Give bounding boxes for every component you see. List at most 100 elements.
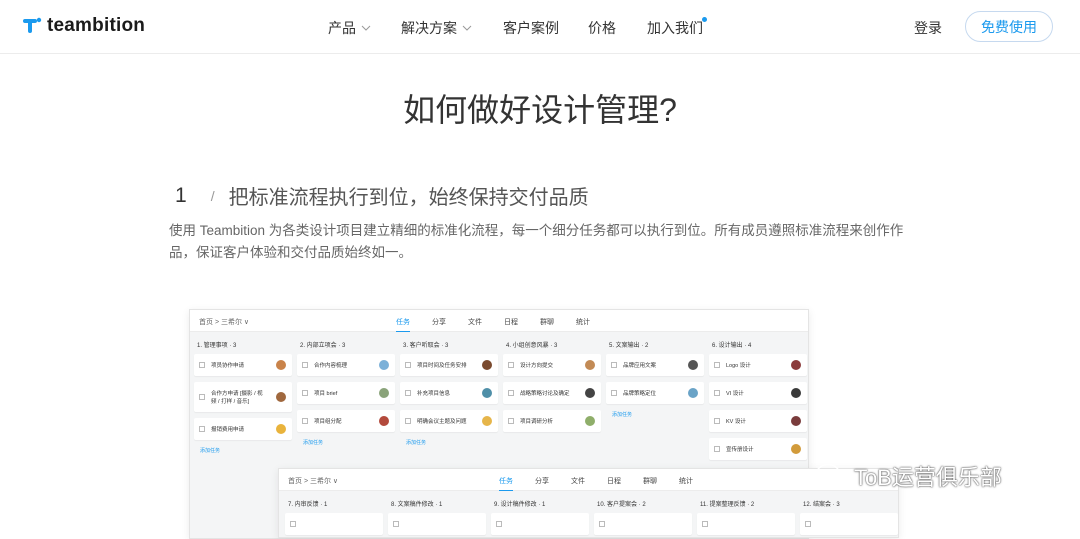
avatar <box>379 416 389 426</box>
task-title: 合作内容梳理 <box>314 363 348 369</box>
add-task-link: 添加任务 <box>406 440 427 446</box>
step-text: 把标准流程执行到位，始终保持交付品质 <box>228 187 589 209</box>
breadcrumb: 首页 > 三希尔 ∨ <box>288 478 339 485</box>
wechat-icon <box>816 463 847 487</box>
add-task-link: 添加任务 <box>612 412 633 418</box>
avatar <box>482 416 492 426</box>
column-head: 1. 管理事项 · 3 <box>197 343 237 349</box>
menu-item-label: 产品 <box>328 20 356 36</box>
kanban-column: 4. 小组创意风暴 · 3 设计方向提交 战略策略讨论及确定 项目调研分析 <box>503 338 601 466</box>
column-head: 6. 设计输出 · 4 <box>712 343 752 349</box>
checkbox-icon <box>714 446 720 452</box>
checkbox-icon <box>496 521 502 527</box>
checkbox-icon <box>805 521 811 527</box>
task-title: 项目调研分析 <box>520 419 554 425</box>
task-title: 宣传册设计 <box>726 447 754 453</box>
menu-item-cases[interactable]: 客户案例 <box>503 18 559 38</box>
task-card: 合作内容梳理 <box>297 354 395 376</box>
task-title: VI 设计 <box>726 391 744 397</box>
task-title: 项目时间及任务安排 <box>417 363 467 369</box>
task-card: 品牌策略定位 <box>606 382 704 404</box>
task-card: 战略策略讨论及确定 <box>503 382 601 404</box>
column-head: 2. 内部立项会 · 3 <box>300 343 346 349</box>
kanban-column: 3. 客户听取会 · 3 项目时间及任务安排 补充项目信息 明确会议主题及问题 … <box>400 338 498 466</box>
kanban-column: 9. 设计稿件修改 · 1 <box>491 497 589 537</box>
kanban-column: 10. 客户提案会 · 2 <box>594 497 692 537</box>
checkbox-icon <box>599 521 605 527</box>
checkbox-icon <box>199 394 205 400</box>
task-title: 报销费用申请 <box>211 427 245 433</box>
menu-item-product[interactable]: 产品 <box>328 18 371 38</box>
tab-stats: 统计 <box>576 319 590 326</box>
menu-item-solutions[interactable]: 解决方案 <box>401 18 472 38</box>
chevron-down-icon <box>462 25 472 31</box>
avatar <box>482 360 492 370</box>
kanban-column: 8. 文案稿件修改 · 1 <box>388 497 486 537</box>
checkbox-icon <box>508 362 514 368</box>
checkbox-icon <box>405 390 411 396</box>
avatar <box>791 416 801 426</box>
task-card: 项目 brief <box>297 382 395 404</box>
logo[interactable]: teambition <box>22 15 145 37</box>
kanban-column: 2. 内部立项会 · 3 合作内容梳理 项目 brief 项目组分配 添加任务 <box>297 338 395 466</box>
task-title: Logo 设计 <box>726 363 751 369</box>
task-title: 品牌策略定位 <box>623 391 657 397</box>
task-card: 宣传册设计 <box>709 438 807 460</box>
checkbox-icon <box>714 418 720 424</box>
menu-item-label: 客户案例 <box>503 20 559 36</box>
checkbox-icon <box>199 426 205 432</box>
watermark: ToB运营俱乐部 <box>816 460 1002 492</box>
task-card: Logo 设计 <box>709 354 807 376</box>
menu-item-label: 解决方案 <box>401 20 457 36</box>
menu-item-pricing[interactable]: 价格 <box>588 18 616 38</box>
menu-item-join-us[interactable]: 加入我们 <box>647 17 707 38</box>
kanban-column: 11. 提案整理反馈 · 2 <box>697 497 795 537</box>
checkbox-icon <box>508 418 514 424</box>
column-head: 11. 提案整理反馈 · 2 <box>700 502 755 508</box>
tab-chat: 群聊 <box>643 478 657 485</box>
kanban-column: 12. 结案会 · 3 <box>800 497 898 537</box>
avatar <box>585 360 595 370</box>
task-card: 明确会议主题及问题 <box>400 410 498 432</box>
logo-text: teambition <box>47 15 146 36</box>
checkbox-icon <box>302 390 308 396</box>
kanban-columns: 7. 内审反馈 · 1 8. 文案稿件修改 · 1 9. 设计稿件修改 · 1 … <box>279 491 898 537</box>
avatar <box>688 388 698 398</box>
task-title: 项员协作申请 <box>211 363 245 369</box>
kanban-tabs: 任务 分享 文件 日程 群聊 统计 <box>396 317 612 332</box>
watermark-text: ToB运营俱乐部 <box>854 465 1002 490</box>
task-card: 设计方向提交 <box>503 354 601 376</box>
teambition-logo-icon <box>23 17 42 33</box>
task-title: 明确会议主题及问题 <box>417 419 467 425</box>
task-title: 战略策略讨论及确定 <box>520 391 570 397</box>
checkbox-icon <box>405 362 411 368</box>
top-nav: teambition 产品 解决方案 客户案例 价格 加入我们 登录 免费使用 <box>0 0 1080 54</box>
checkbox-icon <box>611 362 617 368</box>
column-head: 10. 客户提案会 · 2 <box>597 502 646 508</box>
breadcrumb: 首页 > 三希尔 ∨ <box>199 319 250 326</box>
kanban-columns: 1. 管理事项 · 3 项员协作申请 合作方申请 [摄影 / 视频 / 打样 /… <box>190 332 808 472</box>
task-card: 品牌应用文案 <box>606 354 704 376</box>
main-menu: 产品 解决方案 客户案例 价格 加入我们 <box>328 17 707 38</box>
kanban-header: 首页 > 三希尔 ∨ 任务 分享 文件 日程 群聊 统计 <box>190 310 808 332</box>
checkbox-icon <box>702 521 708 527</box>
avatar <box>482 388 492 398</box>
checkbox-icon <box>302 418 308 424</box>
checkbox-icon <box>714 362 720 368</box>
checkbox-icon <box>405 418 411 424</box>
free-trial-button[interactable]: 免费使用 <box>965 11 1053 42</box>
kanban-column: 1. 管理事项 · 3 项员协作申请 合作方申请 [摄影 / 视频 / 打样 /… <box>194 338 292 466</box>
task-card: 补充项目信息 <box>400 382 498 404</box>
tab-chat: 群聊 <box>540 319 554 326</box>
tab-stats: 统计 <box>679 478 693 485</box>
task-card: VI 设计 <box>709 382 807 404</box>
login-link[interactable]: 登录 <box>914 18 942 38</box>
task-card <box>800 513 898 535</box>
kanban-column: 7. 内审反馈 · 1 <box>285 497 383 537</box>
avatar <box>791 388 801 398</box>
task-card <box>594 513 692 535</box>
tab-tasks: 任务 <box>499 476 513 491</box>
tab-files: 文件 <box>571 478 585 485</box>
tab-schedule: 日程 <box>504 319 518 326</box>
notification-dot <box>702 17 707 22</box>
